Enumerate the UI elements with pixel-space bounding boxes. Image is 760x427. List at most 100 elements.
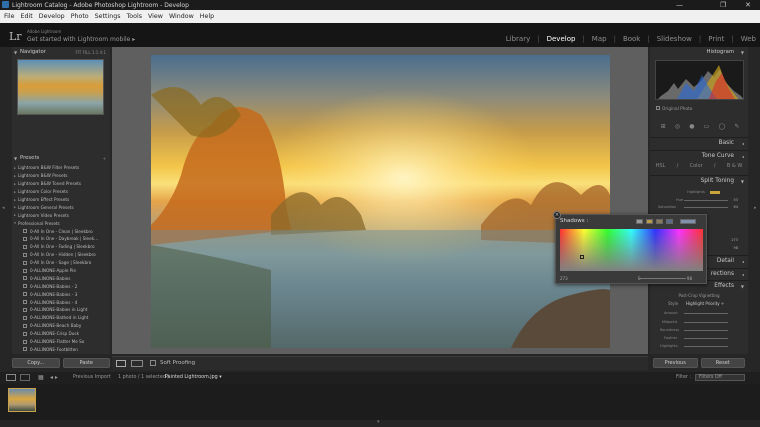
section-split-toning[interactable]: Split Toning ▼: [650, 175, 748, 186]
module-print[interactable]: Print: [708, 35, 724, 43]
menu-develop[interactable]: Develop: [39, 13, 65, 20]
histogram[interactable]: [655, 60, 744, 100]
previous-button[interactable]: Previous: [653, 358, 698, 368]
second-window-icon[interactable]: [20, 374, 30, 381]
presets-header[interactable]: ▼ Presets +: [12, 153, 110, 163]
filename[interactable]: Painted Lightroom.jpg ▾: [165, 375, 222, 380]
spot-removal-icon[interactable]: ◎: [675, 123, 680, 132]
preset-item[interactable]: 0-ALLINONE-Babies - 3: [12, 290, 110, 298]
navigator-header[interactable]: ▼ Navigator FIT FILL 1:1 4:1: [12, 47, 110, 57]
preset-item[interactable]: 0-All In One - Sage | Sleekbro: [12, 259, 110, 267]
filter-select[interactable]: Filters Off: [695, 374, 745, 381]
minimize-button[interactable]: —: [676, 0, 683, 10]
feather-slider[interactable]: Feather: [654, 335, 738, 341]
soft-proofing-checkbox[interactable]: [150, 360, 156, 366]
color-field[interactable]: [560, 229, 703, 271]
navigator-thumbnail[interactable]: [17, 59, 104, 115]
highlights-color-swatch[interactable]: [710, 190, 720, 194]
photo-preview[interactable]: [151, 55, 610, 348]
current-color-swatch[interactable]: [680, 219, 696, 224]
amount-slider[interactable]: Amount: [654, 310, 738, 316]
preset-item[interactable]: 0-ALLINONE-Flatter Me So: [12, 338, 110, 346]
film-thumbnail[interactable]: [8, 388, 36, 412]
menu-window[interactable]: Window: [169, 13, 194, 20]
preset-item[interactable]: 0-ALLINONE-Babies - 4: [12, 298, 110, 306]
copy-button[interactable]: Copy...: [12, 358, 60, 368]
add-preset-icon[interactable]: +: [103, 156, 106, 161]
vignette-style-select[interactable]: Highlight Priority ÷: [686, 301, 724, 306]
graduated-filter-icon[interactable]: ▭: [704, 123, 710, 132]
red-eye-icon[interactable]: ●: [689, 123, 694, 132]
tab-color[interactable]: Color: [690, 163, 703, 173]
preset-item[interactable]: 0-ALLINONE-Crisp Dusk: [12, 330, 110, 338]
tab-hsl[interactable]: HSL: [656, 163, 666, 173]
menu-tools[interactable]: Tools: [126, 13, 142, 20]
nav-arrows[interactable]: ◂ ▸: [50, 374, 58, 381]
module-slideshow[interactable]: Slideshow: [657, 35, 692, 43]
module-map[interactable]: Map: [592, 35, 607, 43]
preset-folder[interactable]: ▸ Lightroom B&W Presets: [12, 172, 110, 180]
preset-item[interactable]: 0-ALLINONE-Babies - 2: [12, 282, 110, 290]
preset-item[interactable]: 0-All In One - Clean | Sleekbro: [12, 227, 110, 235]
adjustment-brush-icon[interactable]: ✎: [734, 123, 739, 132]
swatch[interactable]: [636, 219, 643, 224]
paste-button[interactable]: Paste: [62, 358, 110, 368]
preset-item[interactable]: 0-ALLINONE-Apple Pie: [12, 267, 110, 275]
right-panel-toggle-icon[interactable]: ▸: [754, 205, 757, 211]
color-picker-handle[interactable]: [580, 255, 584, 259]
module-book[interactable]: Book: [623, 35, 640, 43]
maximize-button[interactable]: ❐: [720, 0, 726, 10]
original-photo-toggle[interactable]: Original Photo: [656, 106, 692, 112]
preset-folder[interactable]: ▸ Lightroom Video Presets: [12, 211, 110, 219]
reset-button[interactable]: Reset: [700, 358, 745, 368]
filmstrip-toggle-icon[interactable]: ▾: [377, 419, 380, 425]
swatch[interactable]: [646, 219, 653, 224]
preset-item[interactable]: 0-All In One - Fading | Sleekbro: [12, 243, 110, 251]
crop-icon[interactable]: ⊞: [661, 123, 666, 132]
source-label[interactable]: Previous Import: [73, 375, 111, 380]
preset-folder[interactable]: ▸ Lightroom General Presets: [12, 203, 110, 211]
section-basic[interactable]: Basic ◂: [650, 137, 748, 148]
module-web[interactable]: Web: [741, 35, 756, 43]
preset-item[interactable]: 0-ALLINONE-Beach Baby: [12, 322, 110, 330]
roundness-slider[interactable]: Roundness: [654, 327, 738, 333]
main-window-icon[interactable]: [6, 374, 16, 381]
preset-folder[interactable]: ▾ Professional Presets: [12, 219, 110, 227]
histogram-header[interactable]: Histogram ▼: [650, 47, 748, 57]
saturation-track[interactable]: [638, 278, 686, 279]
menu-file[interactable]: File: [4, 13, 15, 20]
preset-item[interactable]: 0-All In One - Hidden | Sleekbro: [12, 251, 110, 259]
swatch[interactable]: [656, 219, 663, 224]
menu-help[interactable]: Help: [200, 13, 214, 20]
loupe-view-icon[interactable]: [116, 360, 126, 367]
left-panel-toggle-icon[interactable]: ◂: [2, 205, 5, 211]
effects-highlights-slider[interactable]: Highlights: [654, 343, 738, 349]
menu-settings[interactable]: Settings: [95, 13, 121, 20]
hue-slider[interactable]: Hue 53: [654, 197, 738, 203]
module-develop[interactable]: Develop: [547, 35, 576, 43]
menu-edit[interactable]: Edit: [21, 13, 33, 20]
module-library[interactable]: Library: [506, 35, 530, 43]
preset-item[interactable]: 0-ALLINONE-Footbitten: [12, 345, 110, 353]
close-button[interactable]: ✕: [745, 0, 751, 10]
saturation-slider[interactable]: Saturation 64: [654, 204, 738, 210]
preset-folder[interactable]: ▸ Lightroom B&W Toned Presets: [12, 180, 110, 188]
section-tone-curve[interactable]: Tone Curve ◂: [650, 150, 748, 161]
preset-item[interactable]: 0-All In One - Daybreak | Sleek...: [12, 235, 110, 243]
before-after-icon[interactable]: [131, 360, 143, 367]
shadows-color-picker[interactable]: × Shadows : 273 S 98: [553, 211, 707, 284]
radial-filter-icon[interactable]: ◯: [718, 123, 725, 132]
preset-item[interactable]: 0-ALLINONE-Babies: [12, 274, 110, 282]
menu-photo[interactable]: Photo: [71, 13, 89, 20]
menu-view[interactable]: View: [148, 13, 163, 20]
preset-folder[interactable]: ▸ Lightroom B&W Filter Presets: [12, 164, 110, 172]
preset-folder[interactable]: ▸ Lightroom Color Presets: [12, 188, 110, 196]
preset-folder[interactable]: ▸ Lightroom Effect Presets: [12, 196, 110, 204]
swatch[interactable]: [666, 219, 673, 224]
preset-item[interactable]: 0-ALLINONE-Bathed in Light: [12, 314, 110, 322]
midpoint-slider[interactable]: Midpoint: [654, 319, 738, 325]
mobile-link[interactable]: Get started with Lightroom mobile ▸: [27, 36, 135, 43]
zoom-options[interactable]: FIT FILL 1:1 4:1: [75, 50, 106, 55]
tab-bw[interactable]: B & W: [727, 163, 742, 173]
preset-item[interactable]: 0-ALLINONE-Babies in Light: [12, 306, 110, 314]
